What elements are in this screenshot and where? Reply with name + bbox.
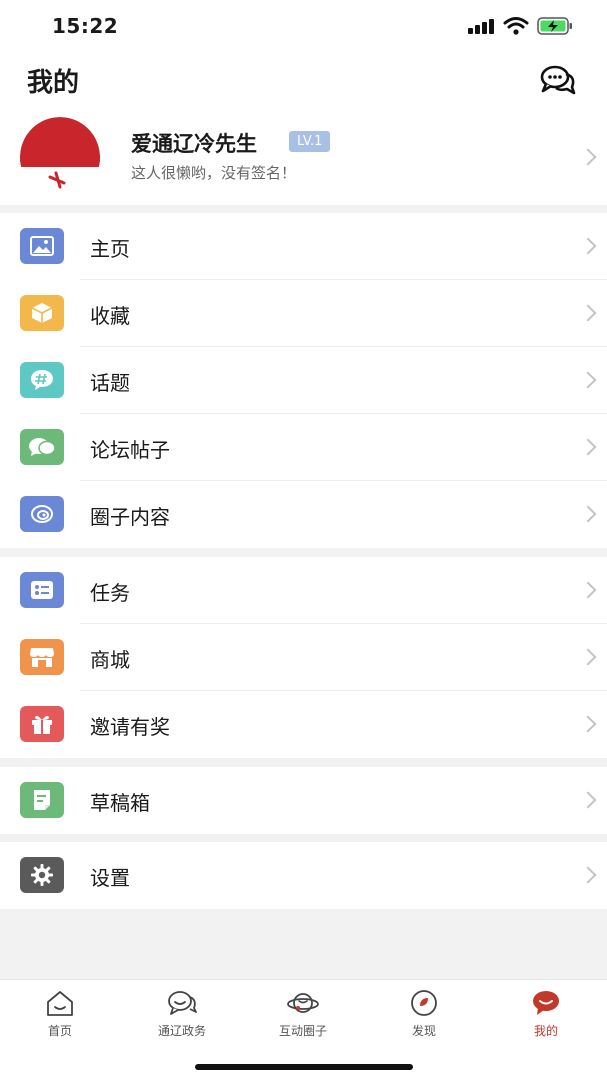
tab-label: 通辽政务 — [157, 1024, 206, 1038]
wifi-icon — [503, 17, 529, 35]
chevron-right-icon — [579, 581, 597, 599]
page-header: 我的 — [0, 54, 607, 110]
profile-name: 爱通辽冷先生 — [131, 132, 257, 156]
menu-item-label: 收藏 — [90, 304, 130, 328]
menu-item-circle-content[interactable]: 圈子内容 — [0, 481, 607, 548]
profile-card[interactable]: 爱通辽冷先生 LV.1 这人很懒哟，没有签名！ — [0, 110, 607, 205]
store-icon — [20, 639, 64, 675]
tab-label: 互动圈子 — [278, 1024, 327, 1038]
tab-label: 发现 — [411, 1024, 436, 1038]
menu-item-label: 设置 — [90, 866, 130, 890]
chevron-right-icon — [579, 866, 597, 884]
page-title: 我的 — [27, 68, 80, 98]
menu-item-tasks[interactable]: 任务 — [0, 557, 607, 624]
battery-charging-icon — [537, 17, 572, 35]
chat-face-icon — [168, 991, 197, 1015]
discover-icon — [411, 990, 437, 1016]
menu-item-label: 任务 — [90, 581, 130, 605]
me-icon — [533, 991, 559, 1015]
tab-circles[interactable]: 互动圈子 — [253, 988, 353, 1048]
planet-icon — [287, 993, 319, 1013]
chevron-right-icon — [579, 304, 597, 322]
menu-item-forum-posts[interactable]: 论坛帖子 — [0, 414, 607, 481]
chevron-right-icon — [579, 371, 597, 389]
menu-item-store[interactable]: 商城 — [0, 624, 607, 691]
menu-item-favorites[interactable]: 收藏 — [0, 280, 607, 347]
message-icon[interactable] — [538, 62, 578, 98]
avatar-logo-icon — [20, 117, 100, 197]
menu-item-label: 主页 — [90, 237, 130, 261]
profile-signature: 这人很懒哟，没有签名！ — [131, 164, 297, 182]
menu-item-label: 草稿箱 — [90, 791, 150, 815]
chevron-right-icon — [579, 237, 597, 255]
status-time: 15:22 — [52, 14, 119, 38]
level-badge: LV.1 — [289, 131, 331, 152]
draft-icon — [20, 782, 64, 818]
tab-me[interactable]: 我的 — [496, 988, 596, 1048]
chevron-right-icon — [579, 791, 597, 809]
hashtag-icon — [20, 362, 64, 398]
menu-item-invite-rewards[interactable]: 邀请有奖 — [0, 691, 607, 758]
chevron-right-icon — [579, 505, 597, 523]
home-icon — [47, 991, 73, 1016]
menu-group-content: 主页 收藏 话题 论坛帖子 圈子内容 — [0, 213, 607, 548]
gear-icon — [20, 857, 64, 893]
menu-item-label: 论坛帖子 — [90, 438, 170, 462]
menu-item-label: 商城 — [90, 648, 130, 672]
menu-item-label: 圈子内容 — [90, 505, 170, 529]
cellular-signal-icon — [468, 18, 496, 34]
avatar[interactable] — [20, 117, 100, 197]
menu-group-settings: 设置 — [0, 842, 607, 909]
chevron-right-icon — [579, 648, 597, 666]
home-indicator[interactable] — [195, 1064, 413, 1070]
menu-item-label: 邀请有奖 — [90, 715, 170, 739]
chat-bubbles-icon — [20, 429, 64, 465]
swirl-icon — [20, 496, 64, 532]
menu-item-topics[interactable]: 话题 — [0, 347, 607, 414]
checklist-icon — [20, 572, 64, 608]
tab-discover[interactable]: 发现 — [374, 988, 474, 1048]
tab-government[interactable]: 通辽政务 — [132, 988, 232, 1048]
tab-label: 我的 — [533, 1024, 558, 1038]
menu-group-rewards: 任务 商城 邀请有奖 — [0, 557, 607, 758]
tab-label: 首页 — [47, 1024, 72, 1038]
menu-group-drafts: 草稿箱 — [0, 767, 607, 834]
chevron-right-icon — [579, 715, 597, 733]
gift-icon — [20, 706, 64, 742]
status-bar: 15:22 — [0, 0, 607, 54]
menu-item-homepage[interactable]: 主页 — [0, 213, 607, 280]
menu-item-drafts[interactable]: 草稿箱 — [0, 767, 607, 834]
box-icon — [20, 295, 64, 331]
image-icon — [20, 228, 64, 264]
tab-home[interactable]: 首页 — [10, 988, 110, 1048]
chevron-right-icon — [579, 148, 597, 166]
menu-item-settings[interactable]: 设置 — [0, 842, 607, 909]
menu-item-label: 话题 — [90, 371, 130, 395]
chevron-right-icon — [579, 438, 597, 456]
